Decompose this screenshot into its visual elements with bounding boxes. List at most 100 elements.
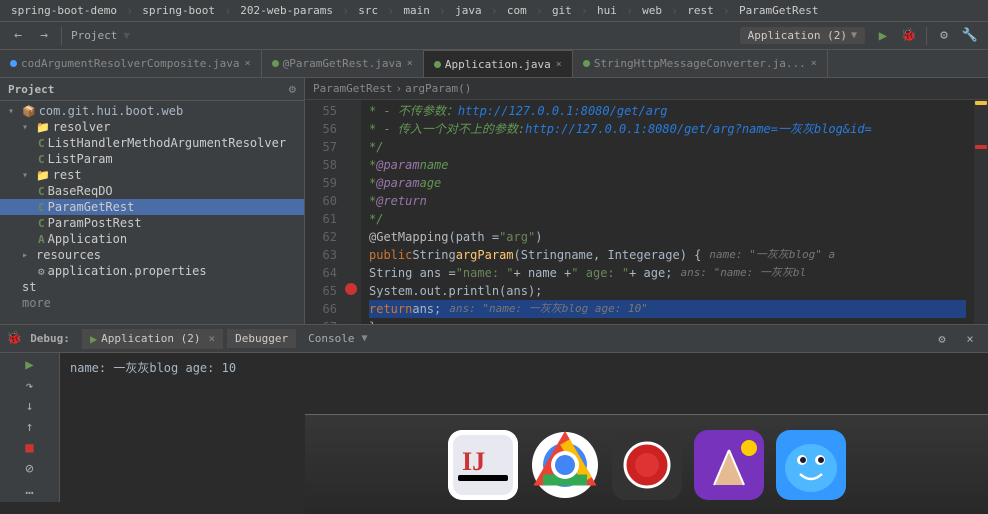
tab-paramgetrest[interactable]: @ParamGetRest.java ×	[262, 50, 424, 77]
run-config-arrow: ▼	[851, 30, 857, 41]
tab-close-4[interactable]: ×	[811, 58, 817, 69]
bp-row-58	[343, 154, 361, 172]
code-view: 55 56 57 58 59 60 61 62 63 64 65 66 67 6…	[305, 100, 988, 324]
menu-hui[interactable]: hui	[592, 2, 622, 19]
editor-tab-bar: codArgumentResolverComposite.java × @Par…	[0, 50, 988, 78]
tree-item-resolver[interactable]: ▾ 📁 resolver	[0, 119, 304, 135]
resume-btn[interactable]: ▶	[17, 357, 43, 374]
debug-settings-btn[interactable]: ⚙	[930, 328, 954, 350]
tab-application[interactable]: Application.java ×	[424, 50, 573, 77]
run-icon: ▶	[90, 332, 97, 346]
toolbar-back-btn[interactable]: ←	[6, 25, 30, 47]
tab-label-3: Application.java	[445, 58, 551, 71]
tree-item-st[interactable]: st	[0, 279, 304, 295]
menu-paramgetrest[interactable]: ParamGetRest	[734, 2, 823, 19]
code-line-56: * - 传入一个对不上的参数: http://127.0.0.1:8080/ge…	[369, 120, 966, 138]
step-over-btn[interactable]: ↷	[17, 378, 43, 395]
settings-btn[interactable]: 🔧	[958, 25, 982, 47]
code-line-62: @GetMapping(path = "arg")	[369, 228, 966, 246]
folder-rest-label: rest	[53, 168, 82, 182]
stop-btn[interactable]: ■	[17, 440, 43, 457]
menu-src[interactable]: src	[353, 2, 383, 19]
menu-spring-boot-demo[interactable]: spring-boot-demo	[6, 2, 122, 19]
right-gutter	[974, 100, 988, 324]
menu-com[interactable]: com	[502, 2, 532, 19]
class-listparam-label: ListParam	[48, 152, 113, 166]
gutter-marker-2	[975, 145, 987, 149]
tree-item-more[interactable]: more	[0, 295, 304, 311]
tab-codargumentresolver[interactable]: codArgumentResolverComposite.java ×	[0, 50, 262, 77]
code-line-66: return ans; ans: "name: 一灰灰blog age: 10"	[369, 300, 966, 318]
bp-row-59	[343, 172, 361, 190]
dock-item-rockettyist[interactable]	[694, 430, 764, 500]
tree-item-resources[interactable]: ▸ resources	[0, 247, 304, 263]
finder-icon	[776, 430, 846, 500]
tree-arrow-resolver: ▾	[22, 122, 36, 133]
menu-spring-boot[interactable]: spring-boot	[137, 2, 220, 19]
code-line-63: public String argParam(String name, Inte…	[369, 246, 966, 264]
tab-close-2[interactable]: ×	[407, 58, 413, 69]
build-btn[interactable]: ⚙	[932, 25, 956, 47]
tree-item-listparam[interactable]: C ListParam	[0, 151, 304, 167]
dock-item-chrome[interactable]	[530, 430, 600, 500]
editor-area: ParamGetRest › argParam() 55 56 57 58 59…	[305, 78, 988, 324]
tab-close-3[interactable]: ×	[556, 59, 562, 70]
tab-dot-3	[434, 61, 441, 68]
bp-row-57	[343, 136, 361, 154]
file-appprops-icon: ⚙	[38, 265, 45, 278]
debug-sidebar: ▶ ↷ ↓ ↑ ■ ⊘ …	[0, 353, 60, 502]
folder-resolver-label: resolver	[53, 120, 111, 134]
menu-java[interactable]: java	[450, 2, 487, 19]
tab-label-4: StringHttpMessageConverter.ja...	[594, 57, 806, 70]
tree-item-paramgetrest[interactable]: C ParamGetRest	[0, 199, 304, 215]
menu-git[interactable]: git	[547, 2, 577, 19]
toolbar: ← → Project ▼ Application (2) ▼ ▶ 🐞 ⚙ 🔧	[0, 22, 988, 50]
tab-label-2: @ParamGetRest.java	[283, 57, 402, 70]
tree-item-basereqdo[interactable]: C BaseReqDO	[0, 183, 304, 199]
debug-close-btn[interactable]: ×	[209, 332, 216, 345]
tree-item-rest[interactable]: ▾ 📁 rest	[0, 167, 304, 183]
breakpoint-gutter	[343, 100, 361, 324]
menu-202-web-params[interactable]: 202-web-params	[235, 2, 338, 19]
package-icon: 📦	[22, 105, 36, 118]
menu-web[interactable]: web	[637, 2, 667, 19]
run-btn[interactable]: ▶	[871, 25, 895, 47]
debug-btn[interactable]: 🐞	[897, 25, 921, 47]
bp-row-63	[343, 244, 361, 262]
debug-tab-debugger[interactable]: Debugger	[227, 329, 296, 348]
step-into-btn[interactable]: ↓	[17, 398, 43, 415]
toolbar-forward-btn[interactable]: →	[32, 25, 56, 47]
code-editor[interactable]: * - 不传参数：http://127.0.0.1:8080/get/arg *…	[361, 100, 974, 324]
menu-main[interactable]: main	[398, 2, 435, 19]
debug-tab-application[interactable]: ▶ Application (2) ×	[82, 329, 223, 349]
more-debug-btn[interactable]: …	[17, 481, 43, 498]
tab-stringhttpmessage[interactable]: StringHttpMessageConverter.ja... ×	[573, 50, 828, 77]
tab-close[interactable]: ×	[245, 58, 251, 69]
tree-item-listhandler[interactable]: C ListHandlerMethodArgumentResolver	[0, 135, 304, 151]
bp-row-62	[343, 226, 361, 244]
tree-item-appprops[interactable]: ⚙ application.properties	[0, 263, 304, 279]
debug-tab-console[interactable]: Console ▼	[300, 329, 375, 348]
class-listhandler-label: ListHandlerMethodArgumentResolver	[48, 136, 286, 150]
code-line-57: */	[369, 138, 966, 156]
class-listparam-icon: C	[38, 153, 45, 166]
gutter-marker-1	[975, 101, 987, 105]
tree-item-package[interactable]: ▾ 📦 com.git.hui.boot.web	[0, 103, 304, 119]
run-config-selector[interactable]: Application (2) ▼	[740, 27, 865, 44]
folder-resources-label: resources	[36, 248, 101, 262]
dock-item-screenium[interactable]	[612, 430, 682, 500]
step-out-btn[interactable]: ↑	[17, 419, 43, 436]
folder-rest-icon: 📁	[36, 169, 50, 182]
dock-item-finder[interactable]	[776, 430, 846, 500]
intellij-icon: IJ	[448, 430, 518, 500]
mute-breakpoints-btn[interactable]: ⊘	[17, 461, 43, 478]
project-settings-btn[interactable]: ⚙	[289, 82, 296, 96]
dock-item-intellij[interactable]: IJ	[448, 430, 518, 500]
tree-item-application[interactable]: A Application	[0, 231, 304, 247]
debug-close-panel-btn[interactable]: ×	[958, 328, 982, 350]
menu-rest[interactable]: rest	[682, 2, 719, 19]
debug-label: Debug:	[30, 332, 70, 345]
tree-item-parampostrest[interactable]: C ParamPostRest	[0, 215, 304, 231]
project-label[interactable]: Project	[67, 29, 121, 42]
tab-dot	[10, 60, 17, 67]
